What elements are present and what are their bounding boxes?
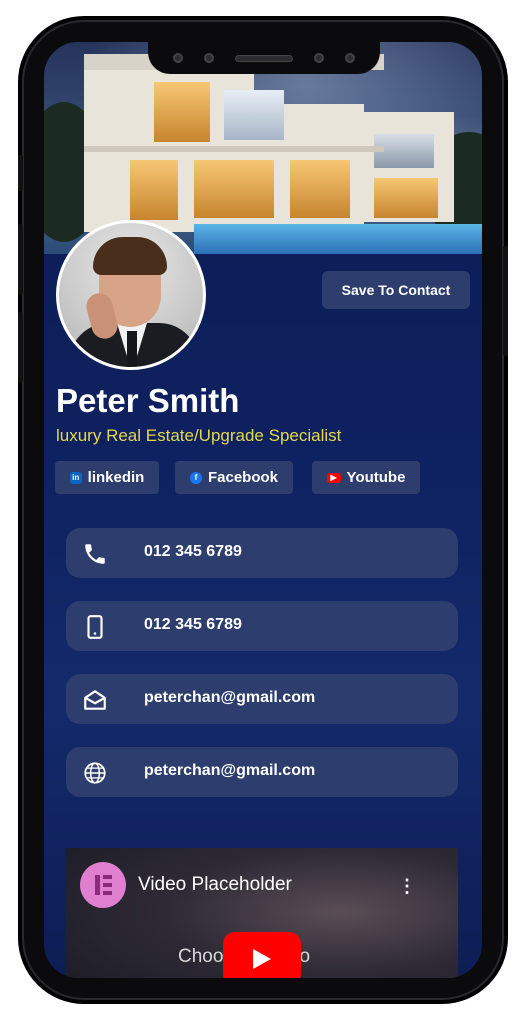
youtube-icon: ▶	[326, 472, 341, 483]
volume-down-button	[18, 312, 23, 382]
camera-dot	[203, 53, 214, 63]
globe-icon	[84, 762, 106, 784]
profile-name: Peter Smith	[56, 382, 240, 419]
website-text: peterchan@gmail.com	[144, 762, 316, 779]
phone-icon	[85, 544, 105, 564]
facebook-button[interactable]: f Facebook	[175, 461, 293, 494]
facebook-icon: f	[189, 471, 202, 484]
notch	[148, 42, 380, 74]
play-button[interactable]	[223, 932, 301, 978]
mobile-icon	[87, 615, 103, 639]
volume-up-button	[18, 224, 23, 294]
sensor-dot	[172, 53, 183, 63]
facebook-label: Facebook	[207, 469, 279, 486]
contact-row-email[interactable]: peterchan@gmail.com	[66, 674, 458, 724]
screen: Save To Contact Peter Smith luxury Real …	[44, 42, 482, 978]
email-text: peterchan@gmail.com	[144, 689, 316, 706]
phone-text: 012 345 6789	[144, 543, 242, 560]
linkedin-button[interactable]: in linkedin	[55, 461, 159, 494]
contact-row-phone[interactable]: 012 345 6789	[66, 528, 458, 578]
video-title: Video Placeholder	[138, 874, 292, 895]
youtube-button[interactable]: ▶ Youtube	[312, 461, 420, 494]
video-embed[interactable]: Video Placeholder ⋮ Choose a video	[66, 848, 458, 978]
earpiece-speaker	[234, 54, 293, 62]
front-camera	[314, 53, 325, 63]
linkedin-icon: in	[69, 471, 82, 484]
contact-row-mobile[interactable]: 012 345 6789	[66, 601, 458, 651]
power-button	[503, 246, 508, 356]
more-options-icon[interactable]: ⋮	[398, 876, 416, 897]
linkedin-label: linkedin	[87, 469, 145, 486]
envelope-icon	[84, 690, 106, 710]
youtube-label: Youtube	[346, 469, 406, 486]
mute-switch	[18, 155, 23, 191]
mobile-text: 012 345 6789	[144, 616, 242, 633]
avatar	[56, 220, 206, 370]
profile-subtitle: luxury Real Estate/Upgrade Specialist	[56, 426, 342, 445]
contact-row-website[interactable]: peterchan@gmail.com	[66, 747, 458, 797]
save-to-contact-button[interactable]: Save To Contact	[322, 271, 470, 309]
elementor-logo-icon	[80, 862, 126, 908]
sensor-dot-2	[345, 53, 356, 63]
play-icon	[253, 949, 271, 969]
